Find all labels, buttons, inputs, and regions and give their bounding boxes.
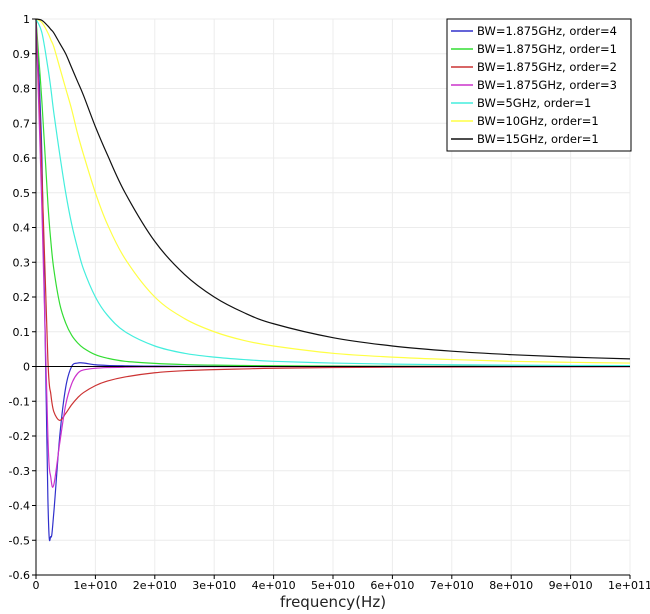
x-tick-label: 7e+010: [430, 579, 474, 592]
y-tick-label: -0.5: [9, 534, 30, 547]
line-chart: 0 1e+010 2e+010 3e+010 4e+010 5e+010 6e+010 7e+…: [0, 0, 650, 614]
y-tick-label: 0.9: [13, 48, 31, 61]
y-tick-label: -0.3: [9, 465, 30, 478]
x-tick-label: 1e+011: [608, 579, 650, 592]
y-tick-label: 0.2: [13, 291, 31, 304]
x-tick-label: 0: [33, 579, 40, 592]
x-tick-label: 4e+010: [252, 579, 296, 592]
y-tick-label: -0.1: [9, 395, 30, 408]
y-tick-label: 0.1: [13, 326, 31, 339]
y-tick-label: -0.2: [9, 430, 30, 443]
y-tick-label: 0.5: [13, 187, 31, 200]
y-tick-label: 0.3: [13, 256, 31, 269]
x-tick-label: 2e+010: [133, 579, 177, 592]
legend-entry: BW=1.875GHz, order=2: [477, 60, 617, 74]
y-tick-label: 1: [23, 13, 30, 26]
y-tick-label: -0.4: [9, 500, 30, 513]
y-tick-label: -0.6: [9, 569, 30, 582]
legend-entry: BW=1.875GHz, order=3: [477, 78, 617, 92]
legend-entry: BW=10GHz, order=1: [477, 114, 599, 128]
y-tick-label: 0: [23, 361, 30, 374]
y-tick-label: 0.4: [13, 222, 31, 235]
legend-entry: BW=1.875GHz, order=1: [477, 42, 617, 56]
legend-entry: BW=5GHz, order=1: [477, 96, 591, 110]
x-axis-label: frequency(Hz): [280, 593, 386, 611]
x-tick-label: 5e+010: [311, 579, 355, 592]
x-tick-label: 6e+010: [370, 579, 414, 592]
x-tick-label: 3e+010: [192, 579, 236, 592]
y-tick-label: 0.6: [13, 152, 31, 165]
y-tick-label: 0.8: [13, 83, 31, 96]
x-tick-label: 9e+010: [549, 579, 593, 592]
legend-entry: BW=15GHz, order=1: [477, 132, 599, 146]
legend: BW=1.875GHz, order=4 BW=1.875GHz, order=1…: [446, 18, 632, 152]
x-tick-label: 1e+010: [73, 579, 117, 592]
legend-entry: BW=1.875GHz, order=4: [477, 24, 617, 38]
y-tick-label: 0.7: [13, 117, 31, 130]
x-tick-label: 8e+010: [489, 579, 533, 592]
